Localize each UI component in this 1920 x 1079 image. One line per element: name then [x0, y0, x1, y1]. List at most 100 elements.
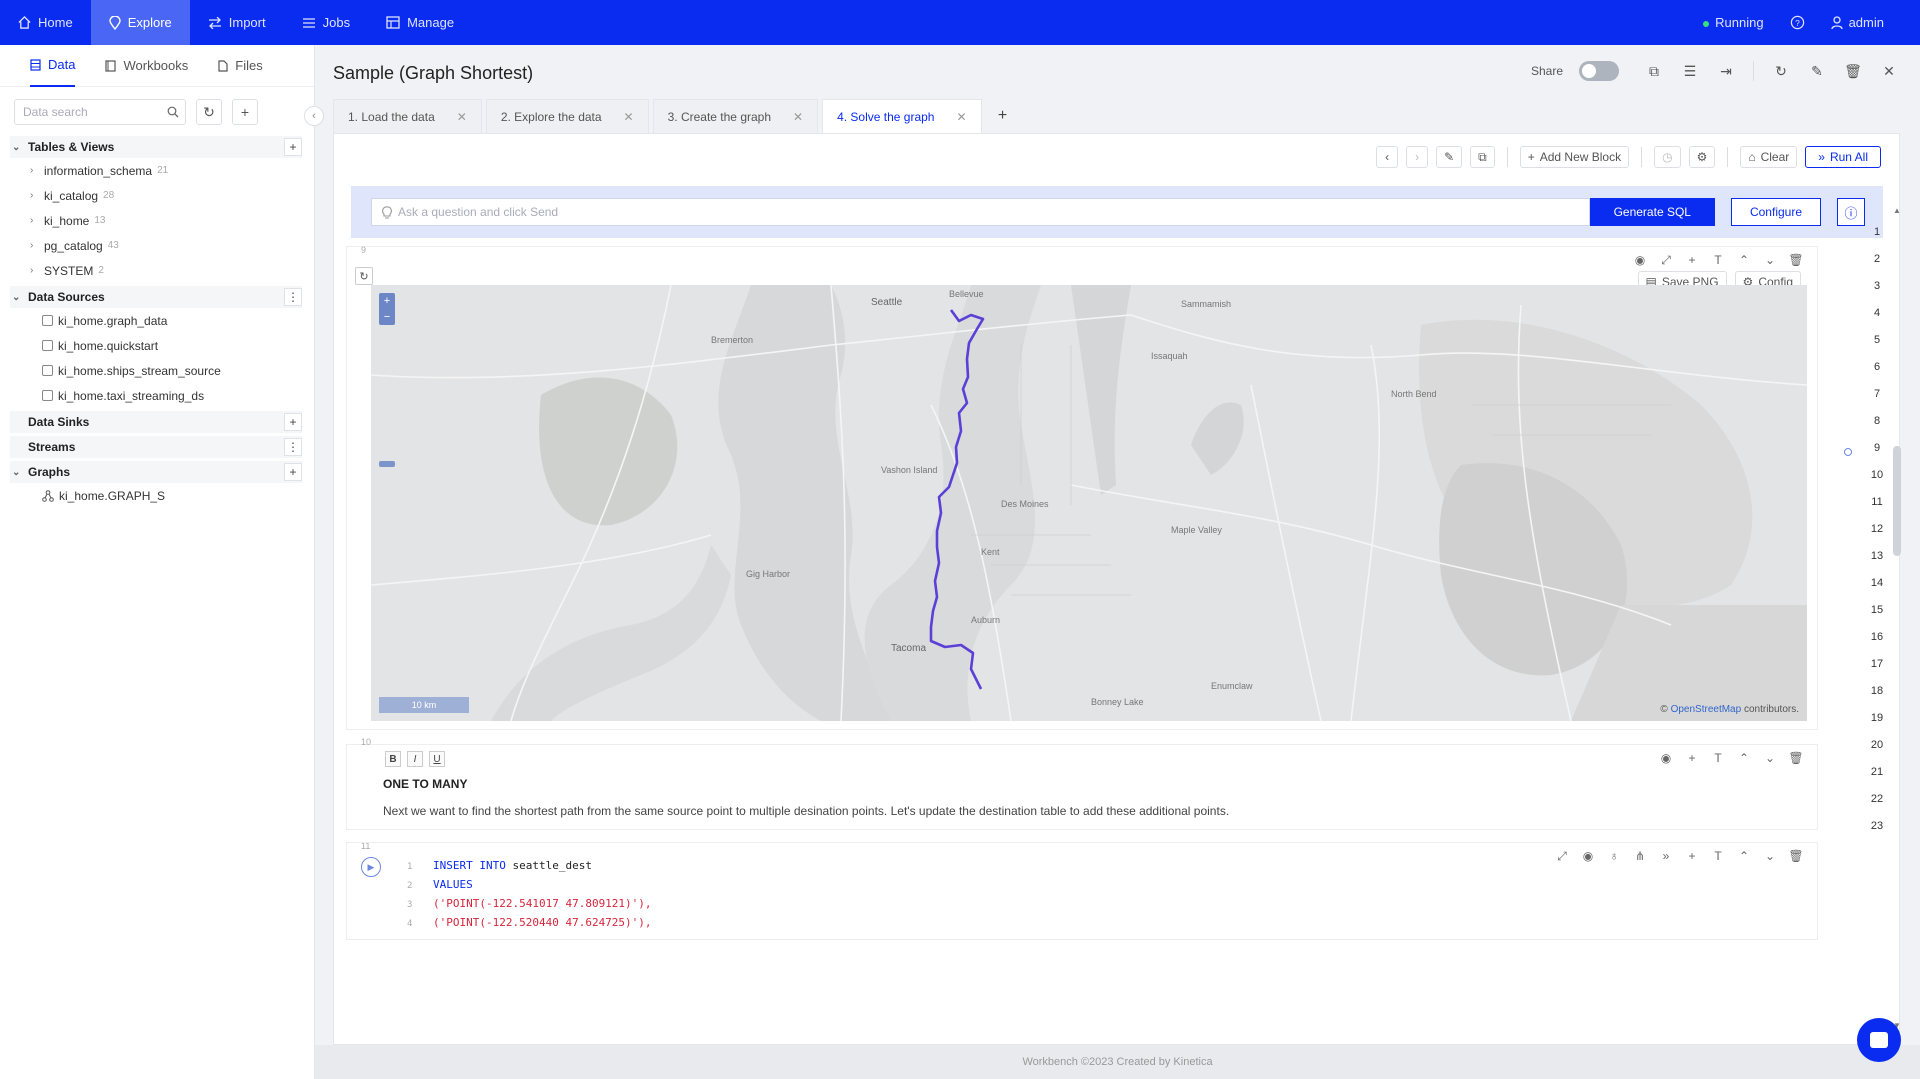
gutter-item[interactable]: 5	[1862, 334, 1892, 361]
chevron-up-icon[interactable]: ⌃	[1735, 251, 1753, 269]
tree-item-datasource[interactable]: ki_home.ships_stream_source	[10, 358, 302, 383]
gutter-item[interactable]: 22	[1862, 793, 1892, 820]
plus-icon[interactable]: +	[1683, 847, 1701, 865]
eye-icon[interactable]: ◉	[1579, 847, 1597, 865]
trash-icon[interactable]: 🗑	[1787, 749, 1805, 767]
bold-button[interactable]: B	[385, 751, 401, 767]
gutter-item[interactable]: 16	[1862, 631, 1892, 658]
copy-icon[interactable]: ⧉	[1641, 58, 1667, 84]
plus-icon[interactable]: +	[1683, 251, 1701, 269]
gutter-item[interactable]: 17	[1862, 658, 1892, 685]
graph-icon[interactable]: ⋔	[1631, 847, 1649, 865]
refresh-icon[interactable]: ↻	[1768, 58, 1794, 84]
tab-files[interactable]: Files	[218, 45, 263, 87]
gutter-item[interactable]: 6	[1862, 361, 1892, 388]
expand-icon[interactable]: ⤢	[1657, 251, 1675, 269]
expand-icon[interactable]: ⤢	[1553, 847, 1571, 865]
tree-item-schema[interactable]: › SYSTEM 2	[10, 258, 302, 283]
add-block-button[interactable]: + Add New Block	[1519, 146, 1630, 168]
generate-sql-button[interactable]: Generate SQL	[1589, 198, 1715, 226]
more-icon[interactable]: ⋮	[284, 438, 302, 456]
zoom-out-button[interactable]: −	[379, 309, 395, 325]
tab-explore-data[interactable]: 2. Explore the data ✕	[485, 99, 649, 133]
gutter-item[interactable]: 20	[1862, 739, 1892, 766]
close-icon[interactable]: ✕	[624, 110, 634, 124]
gutter-item[interactable]: 3	[1862, 280, 1892, 307]
gutter-item[interactable]: 8	[1862, 415, 1892, 442]
settings-icon[interactable]: ⚙	[1688, 146, 1716, 168]
tab-solve-graph[interactable]: 4. Solve the graph ✕	[822, 99, 982, 133]
chevron-up-icon[interactable]: ⌃	[1735, 749, 1753, 767]
tree-item-datasource[interactable]: ki_home.graph_data	[10, 308, 302, 333]
nav-home[interactable]: Home	[0, 0, 91, 45]
group-tables-views[interactable]: ⌄ Tables & Views +	[10, 136, 302, 158]
clear-button[interactable]: ⌂ Clear	[1740, 146, 1798, 168]
edit-icon[interactable]: ✎	[1804, 58, 1830, 84]
stop-icon[interactable]: ◷	[1654, 146, 1681, 168]
osm-link[interactable]: OpenStreetMap	[1671, 704, 1742, 715]
close-icon[interactable]: ✕	[457, 110, 467, 124]
list-icon[interactable]: ☰	[1677, 58, 1703, 84]
gutter-item[interactable]: 23	[1862, 820, 1892, 847]
gutter-item[interactable]: 2	[1862, 253, 1892, 280]
edit-icon[interactable]: ✎	[1436, 146, 1463, 168]
close-icon[interactable]: ✕	[956, 110, 966, 124]
add-button[interactable]: +	[232, 99, 258, 125]
tab-create-graph[interactable]: 3. Create the graph ✕	[652, 99, 819, 133]
gutter-item[interactable]: 9	[1862, 442, 1892, 469]
text-icon[interactable]: T	[1709, 251, 1727, 269]
tab-data[interactable]: Data	[30, 45, 76, 87]
text-icon[interactable]: T	[1709, 847, 1727, 865]
lightbulb-icon[interactable]: ♁	[1605, 847, 1623, 865]
gutter-item[interactable]: 18	[1862, 685, 1892, 712]
group-data-sources[interactable]: ⌄ Data Sources ⋮	[10, 286, 302, 308]
add-sink-button[interactable]: +	[284, 413, 302, 431]
trash-icon[interactable]: 🗑	[1787, 847, 1805, 865]
gutter-item[interactable]: 10	[1862, 469, 1892, 496]
next-icon[interactable]: ›	[1406, 146, 1429, 168]
gutter-item[interactable]: 19	[1862, 712, 1892, 739]
tab-load-data[interactable]: 1. Load the data ✕	[333, 99, 482, 133]
group-graphs[interactable]: ⌄ Graphs +	[10, 461, 302, 483]
tree-item-schema[interactable]: › ki_home 13	[10, 208, 302, 233]
data-search-input[interactable]: Data search	[14, 99, 186, 125]
chevron-down-icon[interactable]: ⌄	[1761, 749, 1779, 767]
close-icon[interactable]: ✕	[793, 110, 803, 124]
help-icon[interactable]: ?	[1790, 15, 1805, 30]
gutter-item[interactable]: 21	[1862, 766, 1892, 793]
gutter-item[interactable]: 11	[1862, 496, 1892, 523]
ask-question-input[interactable]: Ask a question and click Send	[371, 198, 1590, 226]
gutter-item[interactable]: 12	[1862, 523, 1892, 550]
plus-icon[interactable]: +	[1683, 749, 1701, 767]
chat-button[interactable]	[1857, 1018, 1901, 1062]
underline-button[interactable]: U	[429, 751, 445, 767]
run-all-button[interactable]: » Run All	[1805, 146, 1881, 168]
group-data-sinks[interactable]: Data Sinks +	[10, 411, 302, 433]
eye-icon[interactable]: ◉	[1657, 749, 1675, 767]
gutter-item[interactable]: 1	[1862, 226, 1892, 253]
export-icon[interactable]: ⇥	[1713, 58, 1739, 84]
refresh-button[interactable]: ↻	[196, 99, 222, 125]
gutter-item[interactable]: 15	[1862, 604, 1892, 631]
gutter-item[interactable]: 14	[1862, 577, 1892, 604]
gutter-item[interactable]: 7	[1862, 388, 1892, 415]
worksheet-scrollbar[interactable]: ▲ ▼	[1893, 206, 1901, 1030]
text-icon[interactable]: T	[1709, 749, 1727, 767]
close-icon[interactable]: ✕	[1876, 58, 1902, 84]
italic-button[interactable]: I	[407, 751, 423, 767]
run-all-icon[interactable]: »	[1657, 847, 1675, 865]
chevron-down-icon[interactable]: ⌄	[1761, 251, 1779, 269]
chevron-up-icon[interactable]: ⌃	[1735, 847, 1753, 865]
map-canvas[interactable]: Bellevue Seattle Bremerton Sammamish Iss…	[371, 285, 1807, 721]
nav-explore[interactable]: Explore	[90, 0, 190, 45]
trash-icon[interactable]: 🗑	[1840, 58, 1866, 84]
tree-item-schema[interactable]: › ki_catalog 28	[10, 183, 302, 208]
nav-manage[interactable]: Manage	[368, 0, 472, 45]
scrollbar-thumb[interactable]	[1893, 446, 1901, 556]
reload-map-button[interactable]: ↻	[355, 267, 373, 285]
nav-import[interactable]: Import	[190, 0, 284, 45]
share-toggle[interactable]	[1579, 61, 1619, 81]
copy-icon[interactable]: ⧉	[1470, 146, 1495, 168]
chevron-down-icon[interactable]: ⌄	[1761, 847, 1779, 865]
trash-icon[interactable]: 🗑	[1787, 251, 1805, 269]
